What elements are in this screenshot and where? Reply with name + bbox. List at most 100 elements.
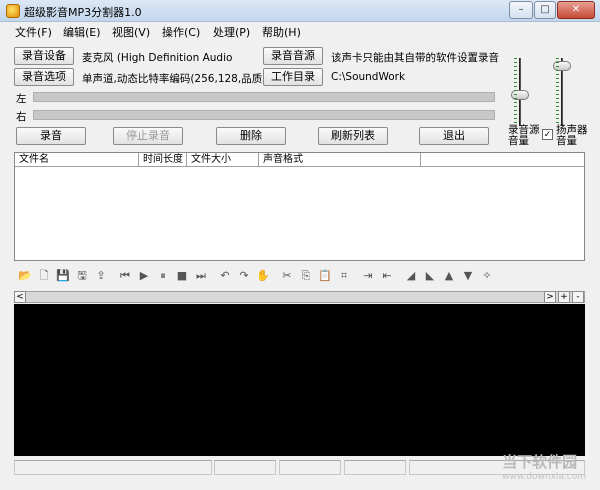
slider-tick (514, 82, 517, 83)
record-options-button[interactable]: 录音选项 (14, 68, 74, 86)
slider-tick (556, 114, 559, 115)
column-duration[interactable]: 时间长度 (139, 153, 187, 167)
speaker-volume-slider[interactable] (548, 58, 578, 126)
stop-record-button[interactable]: 停止录音 (113, 127, 183, 145)
scroll-right-button[interactable]: > (544, 291, 556, 303)
speaker-volume-label: 扬声器 音量 (556, 124, 588, 147)
record-source-volume-slider[interactable] (506, 58, 536, 126)
copy-icon[interactable]: ⎘ (299, 269, 313, 283)
status-cell (14, 460, 212, 475)
volume-down-icon[interactable]: ▼ (461, 269, 475, 283)
go-start-icon[interactable]: ⏮ (118, 269, 132, 283)
slider-tick (514, 58, 517, 59)
paste-icon[interactable]: 📋 (318, 269, 332, 283)
menu-help[interactable]: 帮助(H) (262, 24, 301, 40)
right-level-meter (33, 110, 495, 120)
open-folder-icon[interactable]: 📂 (18, 269, 32, 283)
go-end-icon[interactable]: ⏭ (194, 269, 208, 283)
slider-tick (556, 78, 559, 79)
crop-icon[interactable]: ⌗ (337, 269, 351, 283)
horizontal-scrollbar[interactable]: < > + - (14, 291, 585, 303)
window-title: 超级影音MP3分割器1.0 (24, 6, 142, 19)
fade-in-icon[interactable]: ◢ (404, 269, 418, 283)
volume-up-icon[interactable]: ▲ (442, 269, 456, 283)
slider-tick (514, 106, 517, 107)
slider-tick (556, 62, 559, 63)
pause-icon[interactable]: ⏸ (156, 269, 170, 283)
record-source-button[interactable]: 录音音源 (263, 47, 323, 65)
slider-tick (514, 74, 517, 75)
slider-tick (514, 98, 517, 99)
file-list[interactable]: 文件名 时间长度 文件大小 声音格式 (14, 152, 585, 261)
slider-tick (556, 94, 559, 95)
zoom-plus-button[interactable]: + (558, 291, 570, 303)
status-cell (214, 460, 276, 475)
work-dir-value: C:\SoundWork (331, 71, 406, 83)
column-filename[interactable]: 文件名 (15, 153, 139, 167)
menu-file[interactable]: 文件(F) (15, 24, 52, 40)
status-cell (279, 460, 341, 475)
zoom-minus-button[interactable]: - (572, 291, 584, 303)
close-button[interactable]: ✕ (557, 1, 595, 19)
slider-tick (556, 74, 559, 75)
menu-process[interactable]: 处理(P) (213, 24, 250, 40)
slider-tick (556, 70, 559, 71)
slider-tick (556, 110, 559, 111)
edit-toolbar: 📂 🗋 💾 🖫 ⇪ ⏮ ▶ ⏸ ■ ⏭ ↶ ↷ ✋ ✂ ⎘ 📋 ⌗ ⇥ ⇤ ◢ ◣ ▲ ▼ ✧ (14, 269, 585, 287)
menu-view[interactable]: 视图(V) (112, 24, 150, 40)
watermark: 当下软件园 www.downxia.com (502, 453, 586, 482)
save-icon[interactable]: 💾 (56, 269, 70, 283)
status-cell (344, 460, 406, 475)
refresh-list-button[interactable]: 刷新列表 (318, 127, 388, 145)
slider-tick (514, 110, 517, 111)
record-button[interactable]: 录音 (16, 127, 86, 145)
play-icon[interactable]: ▶ (137, 269, 151, 283)
effects-icon[interactable]: ✧ (480, 269, 494, 283)
column-empty (421, 153, 584, 167)
zoom-out-icon[interactable]: ⇤ (380, 269, 394, 283)
slider-tick (514, 66, 517, 67)
slider-tick (556, 86, 559, 87)
exit-button[interactable]: 退出 (419, 127, 489, 145)
export-icon[interactable]: ⇪ (94, 269, 108, 283)
save-as-icon[interactable]: 🖫 (75, 269, 89, 283)
hand-icon[interactable]: ✋ (256, 269, 270, 283)
fade-out-icon[interactable]: ◣ (423, 269, 437, 283)
slider-tick (556, 58, 559, 59)
speaker-enable-checkbox[interactable]: ✓ (542, 129, 553, 140)
slider-tick (556, 122, 559, 123)
minimize-button[interactable]: – (509, 1, 533, 19)
record-device-button[interactable]: 录音设备 (14, 47, 74, 65)
menu-edit[interactable]: 编辑(E) (63, 24, 101, 40)
delete-button[interactable]: 删除 (216, 127, 286, 145)
menu-operate[interactable]: 操作(C) (162, 24, 200, 40)
stop-icon[interactable]: ■ (175, 269, 189, 283)
slider-tick (514, 70, 517, 71)
work-dir-button[interactable]: 工作目录 (263, 68, 323, 86)
record-source-value: 该声卡只能由其自带的软件设置录音 (331, 52, 499, 64)
left-level-meter (33, 92, 495, 102)
menu-bar: 文件(F) 编辑(E) 视图(V) 操作(C) 处理(P) 帮助(H) (0, 22, 600, 40)
zoom-in-icon[interactable]: ⇥ (361, 269, 375, 283)
new-file-icon[interactable]: 🗋 (37, 269, 51, 283)
slider-tick (556, 82, 559, 83)
scroll-left-button[interactable]: < (14, 291, 26, 303)
slider-tick (514, 78, 517, 79)
slider-tick (514, 118, 517, 119)
waveform-display[interactable] (14, 304, 585, 456)
redo-icon[interactable]: ↷ (237, 269, 251, 283)
slider-tick (556, 98, 559, 99)
app-icon (6, 4, 20, 18)
undo-icon[interactable]: ↶ (218, 269, 232, 283)
slider-tick (514, 114, 517, 115)
slider-tick (514, 86, 517, 87)
slider-tick (556, 106, 559, 107)
cut-icon[interactable]: ✂ (280, 269, 294, 283)
left-channel-label: 左 (16, 93, 27, 105)
slider-tick (514, 102, 517, 103)
slider-tick (514, 62, 517, 63)
slider-tick (556, 102, 559, 103)
column-filesize[interactable]: 文件大小 (187, 153, 259, 167)
column-format[interactable]: 声音格式 (259, 153, 421, 167)
maximize-button[interactable]: □ (534, 1, 556, 19)
